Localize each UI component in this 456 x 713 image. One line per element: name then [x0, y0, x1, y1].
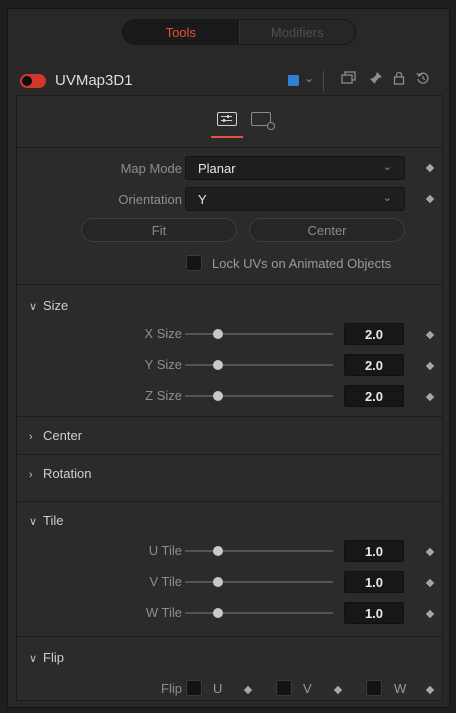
- keyframe-diamond-icon[interactable]: [333, 685, 343, 695]
- z-size-label: Z Size: [145, 388, 182, 403]
- center-button[interactable]: Center: [249, 218, 405, 242]
- inspector-tab-switch: Tools Modifiers: [122, 19, 356, 45]
- x-size-slider-knob[interactable]: [213, 329, 223, 339]
- map-mode-row: Map Mode Planar ⌄: [17, 156, 442, 182]
- inspector-window: Tools Modifiers UVMap3D1 ⌄ Map Mode Plan…: [7, 8, 450, 708]
- flip-section: ∨ Flip Flip U V W: [17, 636, 442, 700]
- orientation-row: Orientation Y ⌄: [17, 187, 442, 213]
- chevron-down-icon: ∨: [29, 301, 38, 313]
- rotation-section-title: Rotation: [43, 466, 92, 481]
- tool-name[interactable]: UVMap3D1: [55, 72, 133, 89]
- keyframe-diamond-icon[interactable]: [425, 194, 435, 204]
- y-size-value[interactable]: 2.0: [344, 354, 404, 376]
- flip-section-title: Flip: [43, 650, 64, 665]
- flip-label: Flip: [161, 681, 182, 696]
- w-tile-slider-knob[interactable]: [213, 608, 223, 618]
- keyframe-diamond-icon[interactable]: [425, 330, 435, 340]
- flip-v-checkbox[interactable]: [276, 680, 292, 696]
- y-size-slider[interactable]: [185, 364, 333, 366]
- chevron-down-icon: ⌄: [382, 192, 392, 204]
- sliders-icon[interactable]: [217, 112, 237, 126]
- tool-color-swatch[interactable]: [288, 75, 299, 86]
- size-section-title: Size: [43, 298, 69, 313]
- map-mode-dropdown[interactable]: Planar ⌄: [185, 156, 405, 180]
- x-size-label: X Size: [144, 326, 182, 341]
- flip-u-checkbox[interactable]: [186, 680, 202, 696]
- tool-enable-toggle[interactable]: [20, 74, 46, 88]
- v-tile-slider-knob[interactable]: [213, 577, 223, 587]
- v-tile-slider[interactable]: [185, 581, 333, 583]
- tile-section: ∨ Tile U Tile 1.0 V Tile 1.0 W Tile 1.0: [17, 501, 442, 633]
- v-tile-value[interactable]: 1.0: [344, 571, 404, 593]
- controls-panel: Map Mode Planar ⌄ Orientation Y ⌄ Fit Ce…: [16, 95, 443, 701]
- keyframe-diamond-icon[interactable]: [425, 547, 435, 557]
- chevron-down-icon[interactable]: ⌄: [304, 71, 314, 85]
- lock-icon[interactable]: [393, 71, 405, 88]
- x-size-value[interactable]: 2.0: [344, 323, 404, 345]
- y-size-slider-knob[interactable]: [213, 360, 223, 370]
- orientation-dropdown[interactable]: Y ⌄: [185, 187, 405, 211]
- orientation-value: Y: [198, 192, 207, 207]
- flip-w-label: W: [394, 681, 407, 696]
- flip-w-checkbox[interactable]: [366, 680, 382, 696]
- reset-icon[interactable]: [416, 71, 430, 88]
- w-tile-value[interactable]: 1.0: [344, 602, 404, 624]
- orientation-label: Orientation: [118, 192, 182, 207]
- flip-section-header[interactable]: ∨ Flip: [29, 650, 64, 665]
- u-tile-label: U Tile: [148, 543, 182, 558]
- keyframe-diamond-icon[interactable]: [425, 578, 435, 588]
- map-mode-label: Map Mode: [120, 161, 182, 176]
- center-section-title: Center: [43, 428, 83, 443]
- control-page-tabs: [17, 96, 442, 148]
- pin-icon[interactable]: [369, 71, 383, 88]
- versions-icon[interactable]: [341, 71, 357, 88]
- z-size-slider-knob[interactable]: [213, 391, 223, 401]
- w-tile-slider[interactable]: [185, 612, 333, 614]
- size-section: ∨ Size X Size 2.0 Y Size 2.0 Z Size 2.0: [17, 284, 442, 414]
- tile-section-title: Tile: [43, 513, 64, 528]
- lock-uvs-checkbox[interactable]: [186, 255, 202, 271]
- map-mode-value: Planar: [198, 161, 236, 176]
- settings-page-icon[interactable]: [251, 112, 275, 130]
- u-tile-slider[interactable]: [185, 550, 333, 552]
- center-section: › Center: [17, 416, 442, 454]
- lock-uvs-label: Lock UVs on Animated Objects: [212, 256, 392, 271]
- tile-section-header[interactable]: ∨ Tile: [29, 513, 63, 528]
- chevron-down-icon: ∨: [29, 653, 38, 665]
- x-size-slider[interactable]: [185, 333, 333, 335]
- chevron-right-icon: ›: [29, 469, 33, 481]
- active-page-indicator: [211, 136, 243, 138]
- size-section-header[interactable]: ∨ Size: [29, 298, 68, 313]
- rotation-section-header[interactable]: › Rotation: [29, 466, 91, 481]
- keyframe-diamond-icon[interactable]: [425, 685, 435, 695]
- chevron-down-icon: ⌄: [382, 161, 392, 173]
- keyframe-diamond-icon[interactable]: [243, 685, 253, 695]
- flip-v-label: V: [303, 681, 312, 696]
- chevron-right-icon: ›: [29, 431, 33, 443]
- u-tile-value[interactable]: 1.0: [344, 540, 404, 562]
- keyframe-diamond-icon[interactable]: [425, 609, 435, 619]
- keyframe-diamond-icon[interactable]: [425, 392, 435, 402]
- header-divider: [323, 71, 324, 91]
- z-size-value[interactable]: 2.0: [344, 385, 404, 407]
- rotation-section: › Rotation: [17, 454, 442, 492]
- u-tile-slider-knob[interactable]: [213, 546, 223, 556]
- flip-u-label: U: [213, 681, 223, 696]
- y-size-label: Y Size: [144, 357, 182, 372]
- tab-modifiers[interactable]: Modifiers: [239, 20, 355, 44]
- center-section-header[interactable]: › Center: [29, 428, 82, 443]
- w-tile-label: W Tile: [145, 605, 182, 620]
- tab-tools[interactable]: Tools: [123, 20, 240, 44]
- v-tile-label: V Tile: [149, 574, 182, 589]
- fit-button[interactable]: Fit: [81, 218, 237, 242]
- z-size-slider[interactable]: [185, 395, 333, 397]
- keyframe-diamond-icon[interactable]: [425, 163, 435, 173]
- keyframe-diamond-icon[interactable]: [425, 361, 435, 371]
- chevron-down-icon: ∨: [29, 516, 38, 528]
